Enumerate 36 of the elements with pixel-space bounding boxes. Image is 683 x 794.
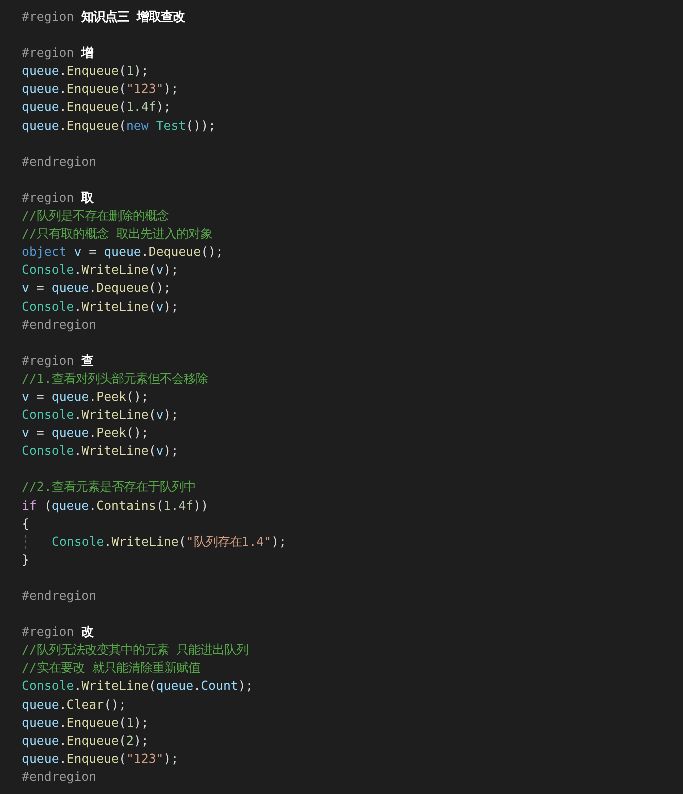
code-line: object v = queue.Dequeue(); bbox=[22, 243, 224, 262]
code-line: Console.WriteLine(v); bbox=[22, 261, 179, 280]
code-line: Console.WriteLine(v); bbox=[22, 442, 179, 460]
code-line: //只有取的概念 取出先进入的对象 bbox=[22, 225, 212, 244]
code-line: queue.Enqueue("123"); bbox=[22, 80, 179, 98]
code-line: //实在要改 就只能清除重新赋值 bbox=[22, 659, 200, 678]
code-line: #endregion bbox=[22, 587, 97, 605]
code-line: if (queue.Contains(1.4f)) bbox=[22, 496, 209, 515]
code-line: #endregion bbox=[22, 768, 97, 786]
code-line: Console.WriteLine(v); bbox=[22, 298, 179, 316]
code-line: Console.WriteLine("队列存在1.4"); bbox=[52, 532, 287, 551]
code-line: #endregion bbox=[22, 152, 97, 171]
code-line: #endregion bbox=[22, 316, 97, 334]
code-line: #region 知识点三 增取查改 bbox=[22, 8, 186, 26]
code-line: #region 取 bbox=[22, 188, 94, 207]
code-line: Console.WriteLine(queue.Count); bbox=[22, 677, 254, 696]
code-line: queue.Enqueue(new Test()); bbox=[22, 116, 216, 135]
code-line: queue.Enqueue(1.4f); bbox=[22, 98, 172, 116]
code-line: queue.Enqueue(1); bbox=[22, 62, 149, 80]
code-line: //队列是不存在删除的概念 bbox=[22, 207, 169, 226]
code-line: } bbox=[22, 550, 30, 569]
code-line: v = queue.Peek(); bbox=[22, 424, 149, 442]
code-line: //2.查看元素是否存在于队列中 bbox=[22, 478, 196, 496]
code-line: //队列无法改变其中的元素 只能进出队列 bbox=[22, 641, 248, 660]
code-line: v = queue.Dequeue(); bbox=[22, 279, 172, 298]
code-line: Console.WriteLine(v); bbox=[22, 406, 179, 424]
code-line: #region 改 bbox=[22, 623, 94, 642]
code-line: #region 查 bbox=[22, 352, 94, 370]
code-line: { bbox=[22, 514, 30, 533]
code-line: queue.Clear(); bbox=[22, 696, 126, 714]
code-line: queue.Enqueue(1); bbox=[22, 714, 149, 732]
code-line: queue.Enqueue(2); bbox=[22, 732, 149, 750]
code-line: v = queue.Peek(); bbox=[22, 388, 149, 406]
code-line: queue.Enqueue("123"); bbox=[22, 750, 179, 768]
code-line: #region 增 bbox=[22, 44, 94, 62]
code-line: //1.查看对列头部元素但不会移除 bbox=[22, 370, 208, 388]
